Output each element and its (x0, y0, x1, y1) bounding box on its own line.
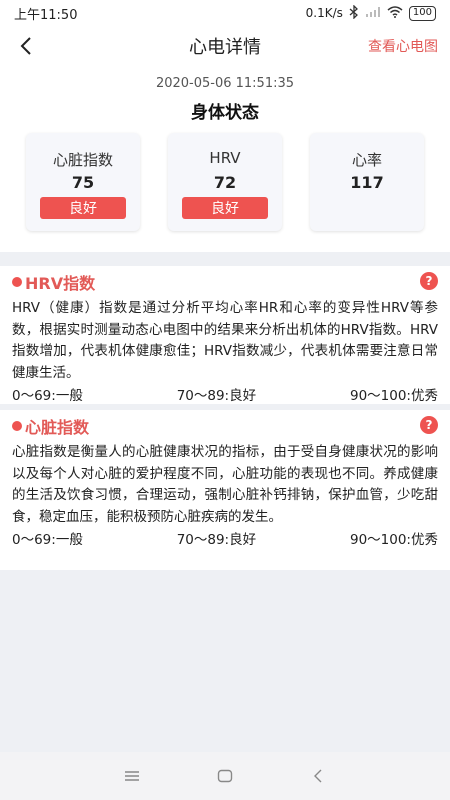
hrv-info-card: HRV指数 ? HRV（健康）指数是通过分析平均心率HR和心率的变异性HRV等参… (0, 266, 450, 404)
range-legend: 0～69:一般 70～89:良好 90～100:优秀 (12, 385, 438, 407)
body-status-title: 身体状态 (191, 103, 259, 123)
status-badge: 良好 (40, 197, 126, 219)
metric-label: HRV (209, 149, 241, 167)
back-icon[interactable] (306, 764, 330, 788)
range-good: 70～89:良好 (176, 388, 257, 404)
signal-icon (365, 6, 381, 21)
status-time: 上午11:50 (14, 7, 78, 23)
bullet-dot-icon (12, 421, 22, 431)
page-title: 心电详情 (189, 37, 261, 58)
view-ecg-link[interactable]: 查看心电图 (368, 36, 438, 56)
range-excellent: 90～100:优秀 (349, 532, 438, 548)
metric-label: 心率 (351, 151, 382, 169)
metric-value: 72 (213, 173, 237, 192)
net-speed: 0.1K/s (305, 6, 343, 20)
back-arrow-icon[interactable] (12, 32, 40, 60)
range-normal: 0～69:一般 (12, 532, 83, 548)
section-header: 心脏指数 ? (12, 410, 438, 442)
metric-card-heart-rate: 心率 117 (310, 133, 424, 231)
metric-card-heart-index: 心脏指数 75 良好 (26, 133, 140, 231)
section-description: 心脏指数是衡量人的心脏健康状况的指标，由于受自身健康状况的影响以及每个人对心脏的… (12, 444, 438, 525)
battery-icon: 100 (408, 5, 436, 21)
nav-bar: 心电详情 查看心电图 (0, 26, 450, 66)
status-badge: 良好 (182, 197, 268, 219)
bullet-dot-icon (12, 277, 22, 287)
home-icon[interactable] (213, 764, 237, 788)
help-icon[interactable]: ? (420, 272, 438, 290)
body-status-panel: 2020-05-06 11:51:35 身体状态 心脏指数 75 良好 HRV … (0, 66, 450, 252)
metric-value: 75 (71, 173, 95, 192)
section-title: HRV指数 (25, 274, 96, 293)
metric-value: 117 (350, 173, 384, 192)
section-description: HRV（健康）指数是通过分析平均心率HR和心率的变异性HRV等参数，根据实时测量… (12, 300, 438, 381)
status-indicators: 0.1K/s 100 (305, 3, 436, 22)
wifi-icon (387, 5, 403, 21)
measurement-timestamp: 2020-05-06 11:51:35 (155, 76, 295, 91)
range-good: 70～89:良好 (176, 532, 257, 548)
section-header: HRV指数 ? (12, 266, 438, 298)
heart-index-info-card: 心脏指数 ? 心脏指数是衡量人的心脏健康状况的指标，由于受自身健康状况的影响以及… (0, 410, 450, 570)
section-title: 心脏指数 (25, 418, 90, 437)
metric-label: 心脏指数 (52, 151, 113, 169)
menu-icon[interactable] (120, 764, 144, 788)
metric-card-hrv: HRV 72 良好 (168, 133, 282, 231)
range-legend: 0～69:一般 70～89:良好 90～100:优秀 (12, 529, 438, 551)
status-bar: 上午11:50 0.1K/s 100 (0, 0, 450, 26)
help-icon[interactable]: ? (420, 416, 438, 434)
range-excellent: 90～100:优秀 (349, 388, 438, 404)
bluetooth-icon (349, 3, 359, 22)
system-nav-bar (0, 752, 450, 800)
range-normal: 0～69:一般 (12, 388, 83, 404)
battery-level: 100 (412, 7, 432, 18)
